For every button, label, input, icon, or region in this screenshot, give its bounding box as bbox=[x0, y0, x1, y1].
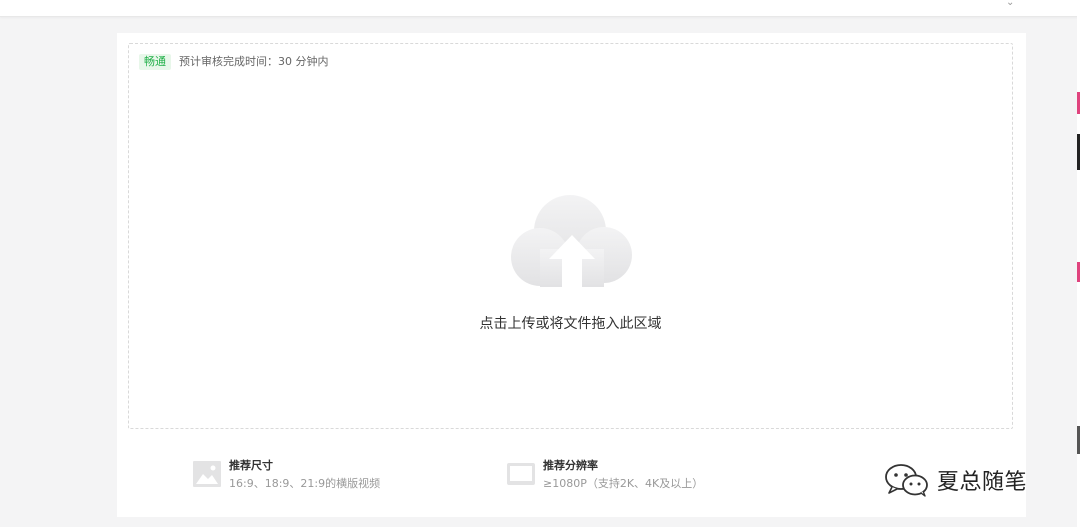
upload-instruction: 点击上传或将文件拖入此区域 bbox=[479, 316, 662, 332]
chevron-down-icon[interactable]: ⌄ bbox=[1006, 0, 1016, 8]
status-badge: 畅通 bbox=[139, 54, 171, 70]
cloud-upload-icon[interactable] bbox=[507, 189, 637, 289]
spec-recommended-resolution: 推荐分辨率 ≥1080P（支持2K、4K及以上） bbox=[507, 459, 767, 495]
review-eta-text: 预计审核完成时间：30 分钟内 bbox=[179, 55, 329, 68]
spec-desc: ≥1080P（支持2K、4K及以上） bbox=[543, 477, 704, 490]
watermark-text: 夏总随笔 bbox=[937, 470, 1028, 495]
spec-recommended-size: 推荐尺寸 16:9、18:9、21:9的横版视频 bbox=[193, 459, 433, 495]
spec-desc: 16:9、18:9、21:9的横版视频 bbox=[229, 477, 381, 490]
screen-icon bbox=[507, 463, 535, 485]
upload-dropzone[interactable]: 畅通 预计审核完成时间：30 分钟内 点击上传或将文件拖入此区域 bbox=[128, 43, 1013, 429]
wechat-icon bbox=[885, 464, 928, 497]
image-icon bbox=[193, 461, 221, 487]
upload-panel: 畅通 预计审核完成时间：30 分钟内 点击上传或将文件拖入此区域 推荐尺寸 16… bbox=[117, 33, 1026, 517]
spec-title: 推荐分辨率 bbox=[543, 459, 598, 472]
watermark: 夏总随笔 bbox=[883, 460, 1027, 500]
top-bar: ⌄ bbox=[0, 0, 1080, 17]
spec-title: 推荐尺寸 bbox=[229, 459, 273, 472]
